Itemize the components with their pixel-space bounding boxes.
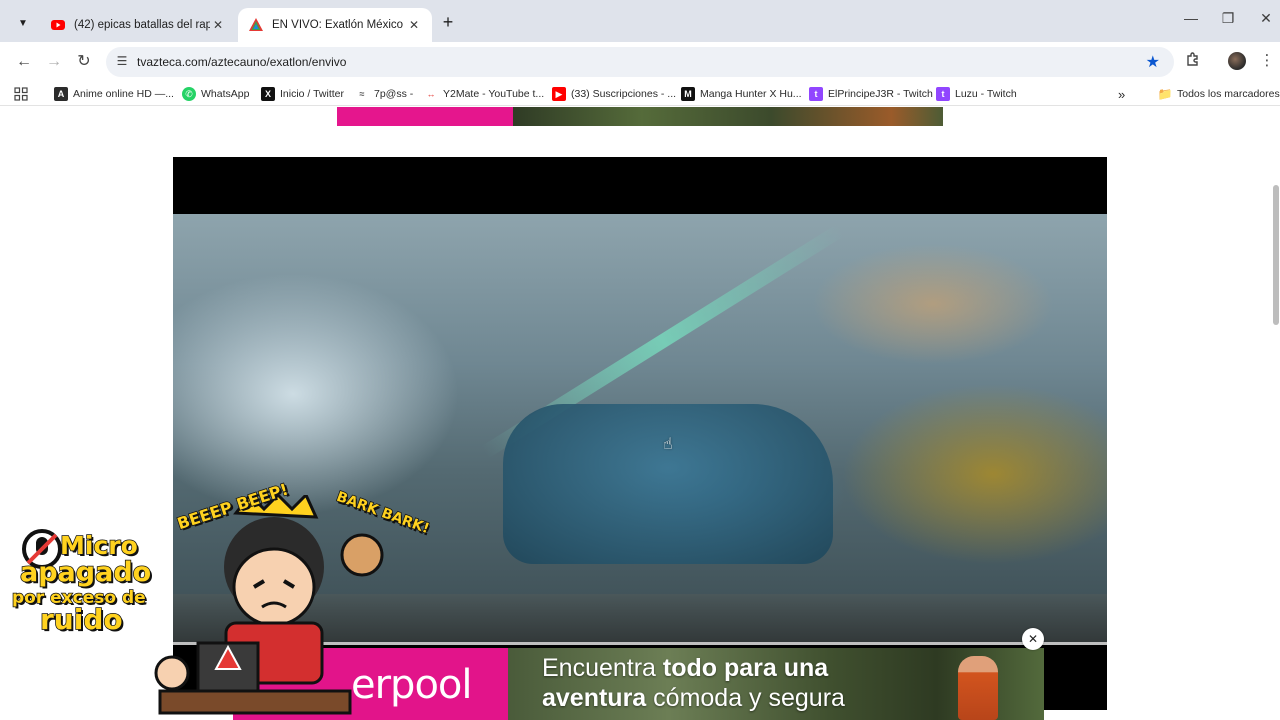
live-video-frame[interactable]: ☝ — [173, 214, 1107, 642]
x-icon: X — [261, 87, 275, 101]
bookmark-label: Manga Hunter X Hu... — [700, 88, 802, 100]
all-bookmarks-label: Todos los marcadores — [1177, 88, 1280, 100]
ad-headline-bold: todo para una — [662, 654, 829, 682]
page-scrollbar-thumb[interactable] — [1273, 185, 1279, 325]
more-bookmarks-chevron-icon[interactable]: » — [1118, 85, 1125, 103]
url-text[interactable]: tvazteca.com/aztecauno/exatlon/envivo — [137, 55, 346, 69]
web-page: ☝ erpool Encuentra todo para una aventur… — [0, 107, 1280, 720]
ad-brand-panel: erpool — [233, 648, 508, 720]
menu-kebab-icon[interactable]: ⋮ — [1255, 51, 1279, 75]
tab-exatlon[interactable]: EN VIVO: Exatlón México 2026| ✕ — [238, 8, 432, 42]
reload-icon[interactable]: ↻ — [72, 50, 96, 74]
ad-hiker-image — [958, 656, 998, 720]
forward-icon[interactable]: → — [42, 50, 66, 74]
bookmark-label: Luzu - Twitch — [955, 88, 1017, 100]
ad-headline-text: Encuentra — [542, 654, 663, 682]
bookmark-anime-online[interactable]: A Anime online HD —... — [54, 85, 174, 103]
ad-close-button[interactable]: ✕ — [1022, 628, 1044, 650]
bookmark-label: Inicio / Twitter — [280, 88, 344, 100]
bookmark-suscripciones[interactable]: ▶ (33) Suscripciones - ... — [552, 85, 676, 103]
minimize-icon[interactable]: — — [1176, 10, 1206, 34]
tab-title: (42) epicas batallas del rap del f — [74, 19, 210, 31]
folder-icon: 📁 — [1157, 87, 1173, 101]
close-tab-icon[interactable]: ✕ — [406, 18, 422, 32]
video-player[interactable]: ☝ — [173, 157, 1107, 710]
tvazteca-icon — [248, 17, 264, 33]
all-bookmarks[interactable]: 📁 Todos los marcadores — [1158, 85, 1280, 103]
bookmark-twitter[interactable]: X Inicio / Twitter — [261, 85, 344, 103]
bookmark-label: 7p@ss - — [374, 88, 414, 100]
ad-forest-image — [513, 107, 943, 126]
ad-headline-line-1: Encuentra todo para una — [542, 654, 828, 683]
bookmark-whatsapp[interactable]: ✆ WhatsApp — [182, 85, 249, 103]
profile-avatar[interactable] — [1228, 52, 1246, 70]
video-road — [173, 594, 1107, 642]
bottom-banner-ad[interactable]: erpool Encuentra todo para una aventura … — [233, 648, 1044, 720]
restore-icon[interactable]: ❐ — [1213, 10, 1243, 34]
ad-headline-line-2: aventura cómoda y segura — [542, 684, 845, 713]
bookmark-y2mate[interactable]: ↔ Y2Mate - YouTube t... — [424, 85, 545, 103]
new-tab-button[interactable]: + — [438, 13, 458, 33]
back-icon[interactable]: ← — [12, 50, 36, 74]
hand-cursor-icon: ☝ — [663, 436, 673, 453]
site-info-icon[interactable]: ☰ — [114, 54, 130, 70]
bookmark-elprincipej3r[interactable]: t ElPrincipeJ3R - Twitch — [809, 85, 933, 103]
twitch-icon: t — [809, 87, 823, 101]
video-progress-bar[interactable] — [173, 642, 1107, 645]
ad-forest-panel: Encuentra todo para una aventura cómoda … — [508, 648, 1044, 720]
youtube-icon — [50, 17, 66, 33]
youtube-icon: ▶ — [552, 87, 566, 101]
twitch-icon: t — [936, 87, 950, 101]
tab-youtube[interactable]: (42) epicas batallas del rap del f ✕ — [40, 8, 236, 42]
apps-grid-icon[interactable] — [14, 85, 28, 103]
bookmark-star-icon[interactable]: ★ — [1146, 52, 1160, 72]
top-banner-ad[interactable] — [337, 107, 943, 126]
bookmark-label: Y2Mate - YouTube t... — [443, 88, 545, 100]
tab-title: EN VIVO: Exatlón México 2026| — [272, 19, 406, 31]
ad-pink-panel — [337, 107, 513, 126]
bookmark-label: ElPrincipeJ3R - Twitch — [828, 88, 933, 100]
anime-icon: A — [54, 87, 68, 101]
bookmark-7pass[interactable]: ≈ 7p@ss - — [355, 85, 414, 103]
bookmark-luzu[interactable]: t Luzu - Twitch — [936, 85, 1017, 103]
bookmark-label: Anime online HD —... — [73, 88, 174, 100]
close-window-icon[interactable]: ✕ — [1251, 10, 1280, 34]
tab-search-dropdown-icon[interactable]: ▼ — [12, 12, 34, 34]
bookmarks-bar: A Anime online HD —... ✆ WhatsApp X Inic… — [0, 82, 1280, 106]
close-tab-icon[interactable]: ✕ — [210, 18, 226, 32]
ad-headline-text: cómoda y segura — [646, 684, 845, 712]
ad-headline-bold: aventura — [542, 684, 647, 712]
pass-icon: ≈ — [359, 89, 365, 99]
tab-strip: ▼ (42) epicas batallas del rap del f ✕ E… — [0, 0, 1280, 42]
extensions-icon[interactable] — [1181, 51, 1205, 75]
browser-toolbar: ← → ↻ ☰ tvazteca.com/aztecauno/exatlon/e… — [0, 42, 1280, 82]
ad-brand-logo: erpool — [351, 662, 473, 708]
bookmark-manga-hunter[interactable]: M Manga Hunter X Hu... — [681, 85, 802, 103]
bookmark-label: (33) Suscripciones - ... — [571, 88, 677, 100]
bookmark-label: WhatsApp — [201, 88, 250, 100]
video-car-shape — [503, 404, 833, 564]
manga-icon: M — [681, 87, 695, 101]
whatsapp-icon: ✆ — [182, 87, 196, 101]
y2mate-icon: ↔ — [426, 89, 436, 99]
address-bar[interactable]: ☰ tvazteca.com/aztecauno/exatlon/envivo … — [106, 47, 1174, 77]
